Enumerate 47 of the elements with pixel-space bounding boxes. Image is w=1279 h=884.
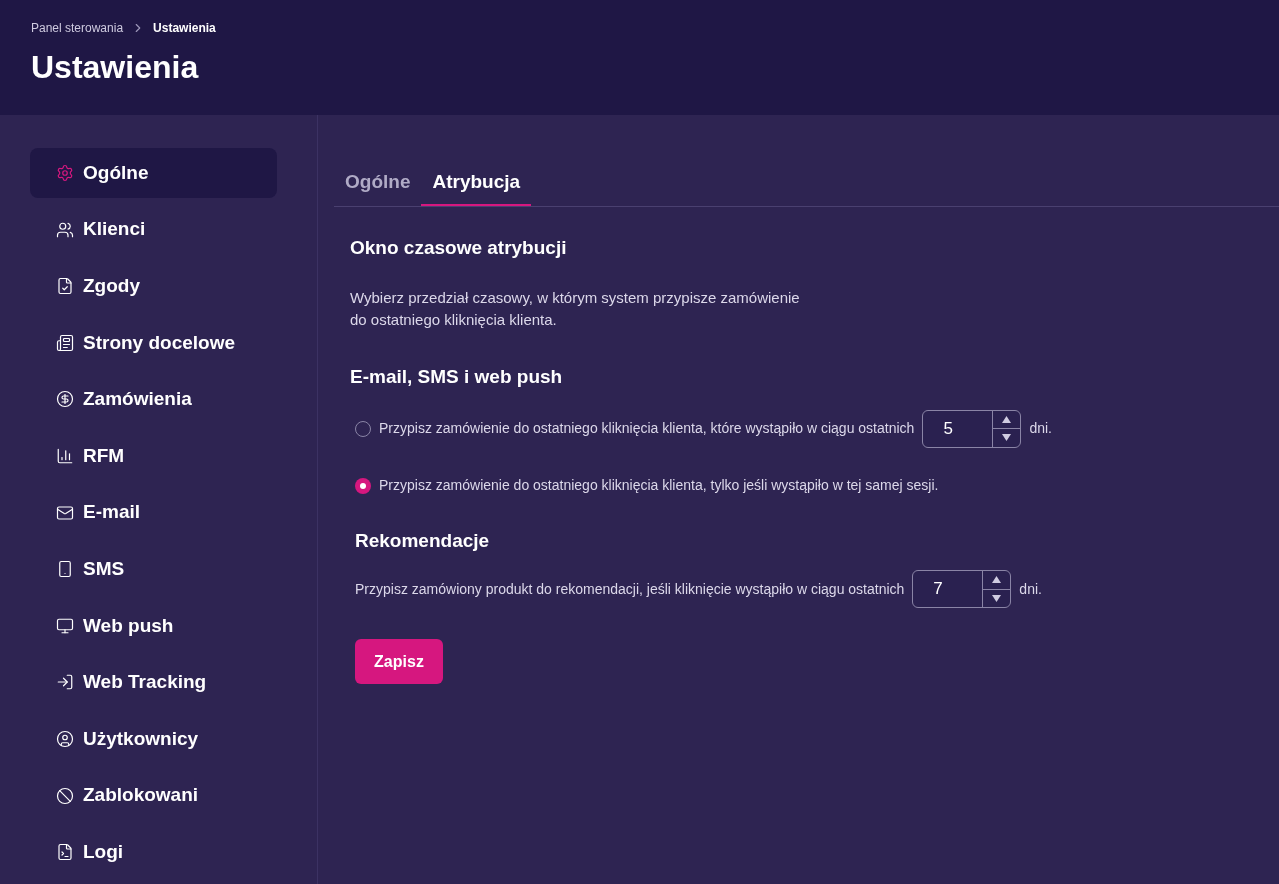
sidebar-item[interactable]: Web push [30, 600, 277, 651]
unit-label: dni. [1029, 419, 1052, 438]
log-file-icon [56, 843, 74, 862]
sidebar-item[interactable]: Klienci [30, 204, 277, 255]
number-input[interactable]: 7 [912, 570, 1012, 608]
unit-label: dni. [1019, 579, 1042, 599]
document-check-icon [56, 277, 74, 296]
blocked-icon [56, 786, 74, 805]
page-title: Ustawienia [31, 51, 200, 83]
sidebar-item[interactable]: Strony docelowe [30, 317, 277, 368]
increment-arrow-icon[interactable] [992, 576, 1002, 584]
gear-icon [56, 164, 74, 182]
bar-chart-icon [56, 446, 74, 465]
dollar-coin-icon [56, 390, 74, 409]
sidebar-item[interactable]: Web Tracking [30, 657, 277, 708]
page-layout-icon [56, 333, 74, 352]
sidebar-item[interactable]: RFM [30, 430, 277, 481]
number-input[interactable]: 5 [922, 409, 1022, 448]
radio-button[interactable] [355, 477, 371, 494]
section-heading: Rekomendacje [354, 528, 491, 553]
sign-in-arrow-icon [56, 673, 74, 692]
phone-icon [56, 560, 74, 579]
tab[interactable]: Ogólne [334, 168, 422, 206]
sidebar-item[interactable]: Zablokowani [30, 770, 277, 821]
tab[interactable]: Atrybucja [421, 168, 532, 206]
increment-arrow-icon[interactable] [1002, 415, 1012, 423]
sidebar-item[interactable]: Użytkownicy [30, 713, 277, 764]
radio-label: Przypisz zamówienie do ostatniego kliknięcia klienta, tylko jeśli wystąpiło w tej samej sesji. [379, 476, 939, 495]
radio-label: Przypisz zamówienie do ostatniego kliknięcia klienta, które wystąpiło w ciągu ostatnich [379, 419, 915, 438]
setting-label: Przypisz zamówiony produkt do rekomendacji, jeśli kliknięcie wystąpiło w ciągu ostatnich [355, 579, 905, 599]
users-icon [56, 220, 74, 239]
sidebar-item[interactable]: Zgody [30, 261, 277, 312]
section-heading: E-mail, SMS i web push [350, 365, 564, 389]
envelope-icon [56, 503, 74, 522]
decrement-arrow-icon[interactable] [1002, 434, 1012, 442]
section-heading: Okno czasowe atrybucji [350, 235, 568, 260]
sidebar-item[interactable]: Ogólne [30, 148, 277, 198]
sidebar-item[interactable]: E-mail [30, 487, 277, 538]
section-description: Wybierz przedział czasowy, w którym system przypisze zamówienie do ostatniego kliknięcia klienta. [350, 288, 801, 330]
breadcrumb-link[interactable]: Panel sterowania [31, 19, 124, 37]
decrement-arrow-icon[interactable] [992, 594, 1002, 602]
monitor-icon [56, 616, 74, 635]
sidebar-item[interactable]: SMS [30, 544, 277, 595]
user-circle-icon [56, 729, 74, 748]
sidebar-item[interactable]: Zamówienia [30, 374, 277, 425]
save-button[interactable]: Zapisz [355, 639, 443, 684]
sidebar-item[interactable]: Logi [30, 827, 277, 878]
